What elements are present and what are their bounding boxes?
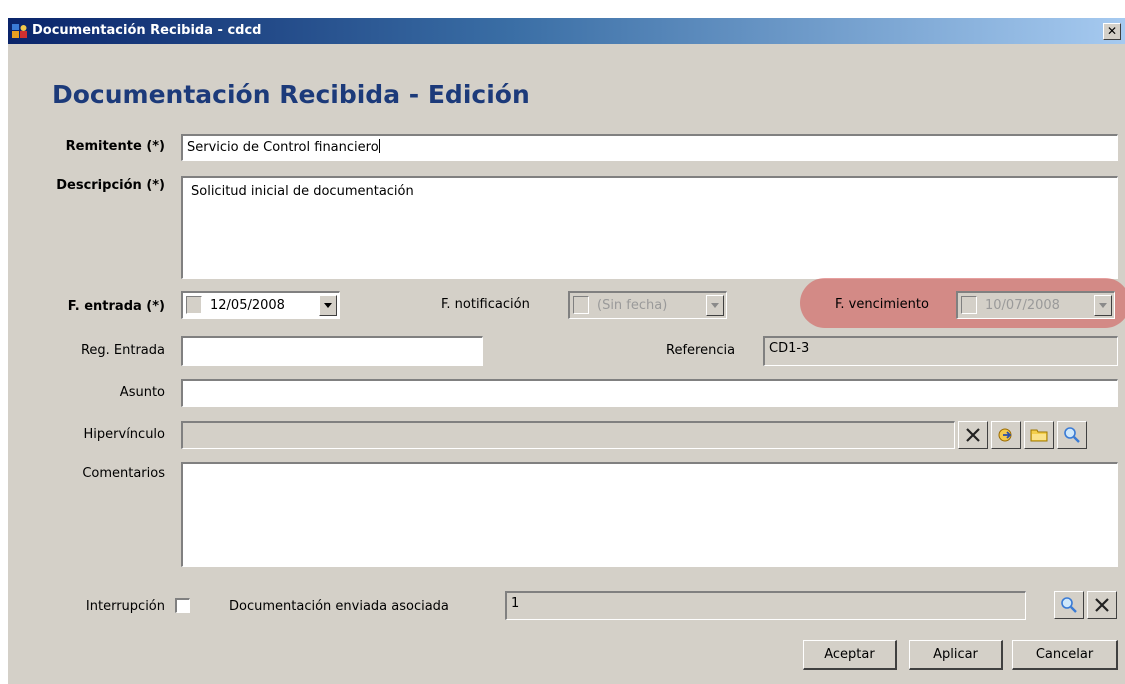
search-doc-enviada-button[interactable] [1054,591,1084,619]
hipervinculo-input[interactable] [181,421,955,449]
clear-icon [966,428,980,442]
browse-folder-button[interactable] [1024,421,1054,449]
open-link-button[interactable] [991,421,1021,449]
descripcion-value: Solicitud inicial de documentación [191,184,414,199]
f-vencimiento-label: F. vencimiento [835,297,929,312]
interrupcion-label: Interrupción [85,599,165,614]
clear-doc-enviada-button[interactable] [1087,591,1117,619]
referencia-input[interactable]: CD1-3 [763,336,1118,366]
comentarios-label: Comentarios [82,466,165,481]
descripcion-textarea[interactable]: Solicitud inicial de documentación [181,176,1118,279]
f-entrada-date-picker[interactable]: 12/05/2008 [181,291,340,319]
dialog-window: Documentación Recibida - cdcd ✕ Document… [8,18,1125,684]
chevron-down-icon[interactable] [319,295,337,316]
title-bar[interactable]: Documentación Recibida - cdcd ✕ [8,18,1125,44]
window-title: Documentación Recibida - cdcd [32,23,262,38]
chevron-down-icon[interactable] [1094,295,1112,316]
f-entrada-label: F. entrada (*) [67,299,165,314]
referencia-value: CD1-3 [769,341,810,356]
referencia-label: Referencia [666,343,736,358]
remitente-value: Servicio de Control financiero [187,140,379,155]
doc-enviada-value: 1 [511,596,520,611]
aceptar-button[interactable]: Aceptar [803,640,897,670]
clear-icon [1095,598,1109,612]
f-notificacion-label: F. notificación [441,297,530,312]
f-vencimiento-value: 10/07/2008 [985,298,1060,313]
f-vencimiento-checkbox[interactable] [961,296,977,314]
app-icon [12,23,28,39]
f-notificacion-date-picker[interactable]: (Sin fecha) [568,291,727,319]
asunto-label: Asunto [119,385,165,400]
remitente-input[interactable]: Servicio de Control financiero [181,134,1118,161]
f-vencimiento-date-picker[interactable]: 10/07/2008 [956,291,1115,319]
clear-hipervinculo-button[interactable] [958,421,988,449]
page-title: Documentación Recibida - Edición [52,80,530,109]
text-cursor [378,139,380,153]
f-entrada-value: 12/05/2008 [210,298,285,313]
doc-enviada-input[interactable]: 1 [505,591,1026,620]
doc-enviada-label: Documentación enviada asociada [229,599,449,614]
reg-entrada-input[interactable] [181,336,483,366]
search-icon [1064,427,1080,443]
f-entrada-checkbox[interactable] [186,296,202,314]
interrupcion-checkbox[interactable] [175,598,190,613]
comentarios-textarea[interactable] [181,462,1118,567]
asunto-input[interactable] [181,379,1118,407]
search-icon [1061,597,1077,613]
aplicar-button[interactable]: Aplicar [909,640,1003,670]
chevron-down-icon[interactable] [706,295,724,316]
hipervinculo-label: Hipervínculo [83,427,165,442]
link-icon [998,428,1012,442]
remitente-label: Remitente (*) [65,139,165,154]
close-button[interactable]: ✕ [1103,23,1121,40]
search-hipervinculo-button[interactable] [1057,421,1087,449]
f-notificacion-value: (Sin fecha) [597,298,668,313]
reg-entrada-label: Reg. Entrada [80,343,165,358]
folder-icon [1030,429,1048,442]
descripcion-label: Descripción (*) [56,178,165,193]
cancelar-button[interactable]: Cancelar [1012,640,1118,670]
f-notificacion-checkbox[interactable] [573,296,589,314]
